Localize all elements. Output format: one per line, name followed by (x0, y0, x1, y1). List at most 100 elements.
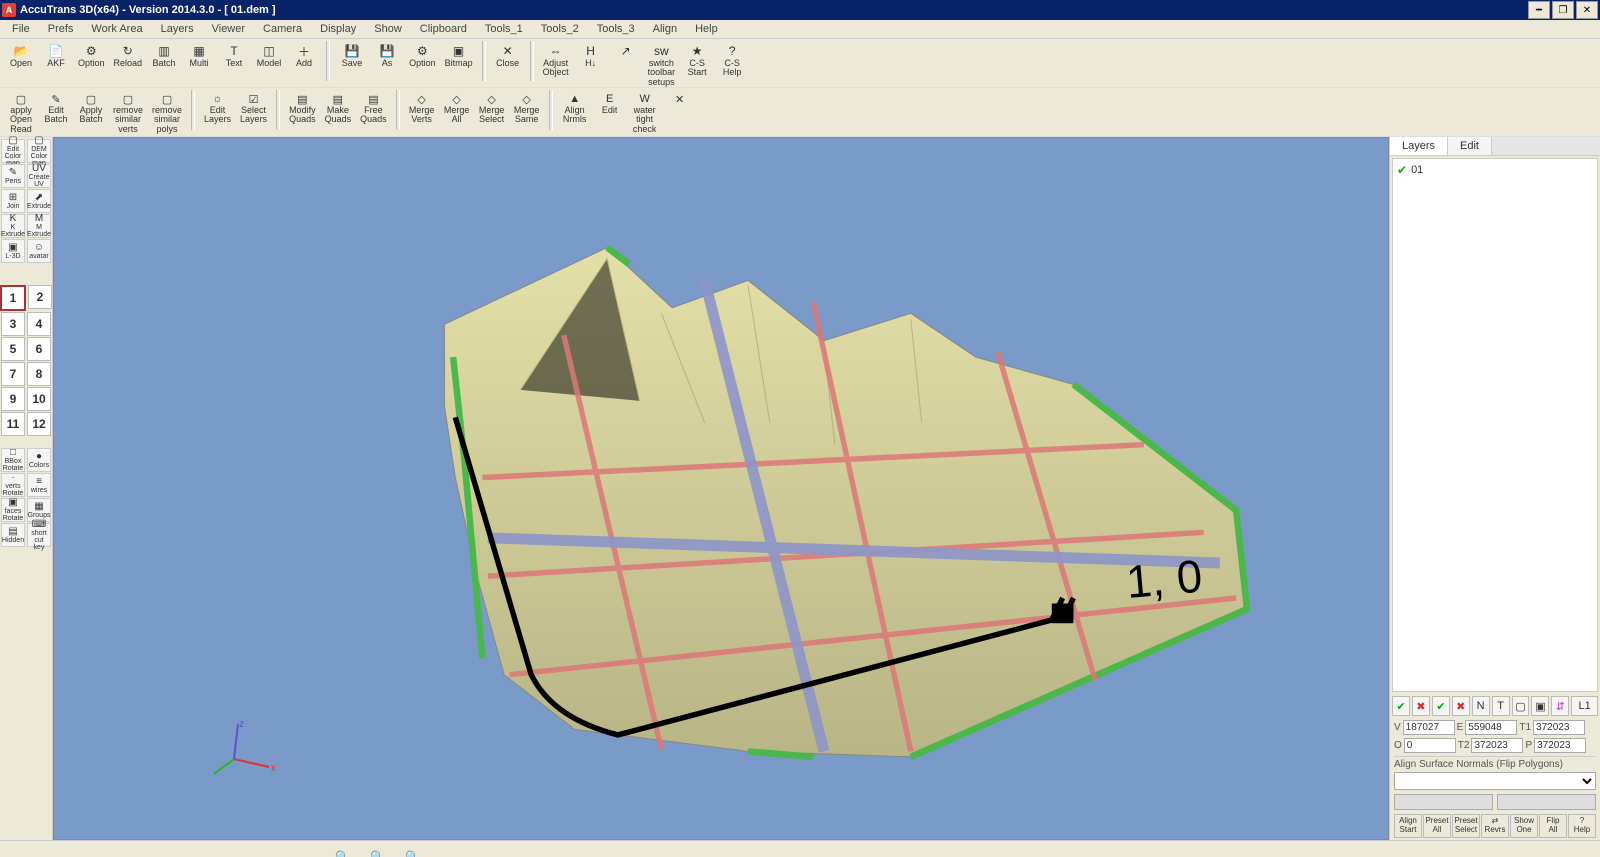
reject2-icon[interactable]: ✖ (1452, 696, 1470, 716)
merge-verts[interactable]: ◇Merge Verts (405, 90, 439, 127)
left-edit[interactable]: ▢Edit Color map (1, 139, 25, 163)
flip-all[interactable]: Flip All (1539, 814, 1567, 838)
align-normals-select[interactable] (1394, 772, 1596, 790)
minimize-button[interactable]: ━ (1528, 1, 1550, 19)
left-faces[interactable]: ▣faces Rotate (1, 498, 25, 522)
box-icon[interactable]: ▢ (1512, 696, 1530, 716)
ccl-world[interactable]: CCL world (620, 847, 654, 857)
menu-prefs[interactable]: Prefs (40, 22, 82, 36)
edit-bkgrd[interactable]: Edit Bkgrd (39, 847, 73, 857)
free-quads[interactable]: ▤Free Quads (356, 90, 391, 127)
remove-similar-verts[interactable]: ▢remove similar verts (109, 90, 147, 136)
viewport-slot-1[interactable]: 1 (0, 285, 26, 311)
top[interactable]: □Top (218, 851, 252, 857)
reject-icon[interactable]: ✖ (1412, 696, 1430, 716)
reverse[interactable]: ⇄ Revrs (1481, 814, 1509, 838)
restore-button[interactable]: ❐ (1552, 1, 1574, 19)
fov[interactable]: ◁FOV (585, 851, 619, 857)
menu-clipboard[interactable]: Clipboard (412, 22, 475, 36)
left-bbox[interactable]: □BBox Rotate (1, 448, 25, 472)
viewport-slot-2[interactable]: 2 (28, 285, 52, 309)
add-button[interactable]: ＋Add (287, 41, 321, 70)
akf-button[interactable]: 📄AKF (39, 41, 73, 70)
left-m[interactable]: MM Extrude (27, 214, 51, 238)
water-tight-check[interactable]: Wwater tight check (628, 90, 662, 136)
saveas-button[interactable]: 💾As (370, 41, 404, 70)
menu-camera[interactable]: Camera (255, 22, 310, 36)
viewport-slot-3[interactable]: 3 (1, 312, 25, 336)
ogl-on[interactable]: OGL ON (4, 847, 38, 857)
remove-similar-polys[interactable]: ▢remove similar polys (148, 90, 186, 136)
viewport-slot-5[interactable]: 5 (1, 337, 25, 361)
accept-icon[interactable]: ✔ (1392, 696, 1410, 716)
multi-button[interactable]: ▦Multi (182, 41, 216, 70)
left-hidden[interactable]: ▤Hidden (1, 523, 25, 547)
flip-icon[interactable]: ⇵ (1551, 696, 1569, 716)
close-window-button[interactable]: ✕ (1576, 1, 1598, 19)
viewport-slot-4[interactable]: 4 (27, 312, 51, 336)
viewport-slot-11[interactable]: 11 (1, 412, 25, 436)
adjust-object-button[interactable]: ⇔Adjust Object (539, 41, 573, 80)
menu-workarea[interactable]: Work Area (83, 22, 150, 36)
menu-align[interactable]: Align (645, 22, 685, 36)
viewport-slot-6[interactable]: 6 (27, 337, 51, 361)
left-k[interactable]: KK Extrude (1, 214, 25, 238)
merge-select[interactable]: ◇Merge Select (475, 90, 509, 127)
merge-all[interactable]: ◇Merge All (440, 90, 474, 127)
left-pens[interactable]: ✎Pens (1, 164, 25, 188)
save-option-button[interactable]: ⚙Option (405, 41, 440, 70)
viewport-slot-7[interactable]: 7 (1, 362, 25, 386)
edit-layers-button[interactable]: ☼Edit Layers (200, 90, 235, 127)
bottom[interactable]: □Bottom (288, 851, 325, 857)
left-wires[interactable]: ≡wires (27, 473, 51, 497)
zoom-x1[interactable]: 🔍x1 Zoom (326, 847, 360, 857)
light-both[interactable]: Light both sides (144, 842, 178, 857)
rotate-ccw[interactable]: ←C Rotate (690, 847, 725, 857)
align-normals[interactable]: ▲Align Nrmls (558, 90, 592, 127)
left-extrude[interactable]: ⬈Extrude (27, 189, 51, 213)
edit-stage[interactable]: Edit Stage (74, 847, 108, 857)
left-verts[interactable]: ·verts Rotate (1, 473, 25, 497)
edit-batch[interactable]: ✎Edit Batch (39, 90, 73, 127)
parallel-off[interactable]: Parallel OFF (179, 847, 217, 857)
menu-file[interactable]: File (4, 22, 38, 36)
tab-edit[interactable]: Edit (1448, 137, 1492, 155)
back[interactable]: □Back (253, 851, 287, 857)
apply-open-read[interactable]: ▢apply Open Read (4, 90, 38, 136)
close-button[interactable]: ✕Close (491, 41, 525, 70)
cs-help-button[interactable]: ?C-S Help (715, 41, 749, 80)
3d-viewport[interactable]: 1, 0 x y z (53, 137, 1389, 840)
layer-list[interactable]: ✔ 01 (1392, 158, 1598, 692)
viewport-slot-12[interactable]: 12 (27, 412, 51, 436)
switch-toolbar-button[interactable]: swswitch toolbar setups (644, 41, 680, 89)
text-button[interactable]: TText (217, 41, 251, 70)
preset-all[interactable]: Preset All (1423, 814, 1451, 838)
left-join[interactable]: ⊞Join (1, 189, 25, 213)
menu-viewer[interactable]: Viewer (204, 22, 253, 36)
modify-quads[interactable]: ▤Modify Quads (285, 90, 320, 127)
save-button[interactable]: 💾Save (335, 41, 369, 70)
menu-tools1[interactable]: Tools_1 (477, 22, 531, 36)
menu-display[interactable]: Display (312, 22, 364, 36)
select-layers-button[interactable]: ☑Select Layers (236, 90, 271, 127)
left-create[interactable]: UVCreate UV (27, 164, 51, 188)
align-start[interactable]: Align Start (1394, 814, 1422, 838)
help[interactable]: ? Help (1568, 814, 1596, 838)
menu-show[interactable]: Show (366, 22, 410, 36)
cs-start-button[interactable]: ★C-S Start (680, 41, 714, 80)
make-quads[interactable]: ▤Make Quads (321, 90, 356, 127)
left-avatar[interactable]: ☺avatar (27, 239, 51, 263)
option-button[interactable]: ⚙Option (74, 41, 109, 70)
preset-select[interactable]: Preset Select (1452, 814, 1480, 838)
left-dem[interactable]: ▢DEM Color map (27, 139, 51, 163)
batch-button[interactable]: ▥Batch (147, 41, 181, 70)
arrow-button[interactable]: ↗ (609, 41, 643, 61)
layer-entry[interactable]: ✔ 01 (1397, 163, 1593, 177)
viewport-slot-9[interactable]: 9 (1, 387, 25, 411)
n-icon[interactable]: N (1472, 696, 1490, 716)
show-one[interactable]: Show One (1510, 814, 1538, 838)
rotate-cz[interactable]: C↕ Rotate (726, 847, 761, 857)
zoom-in[interactable]: 🔍In Zoom (361, 847, 395, 857)
open-button[interactable]: 📂Open (4, 41, 38, 70)
left-colors[interactable]: ●Colors (27, 448, 51, 472)
